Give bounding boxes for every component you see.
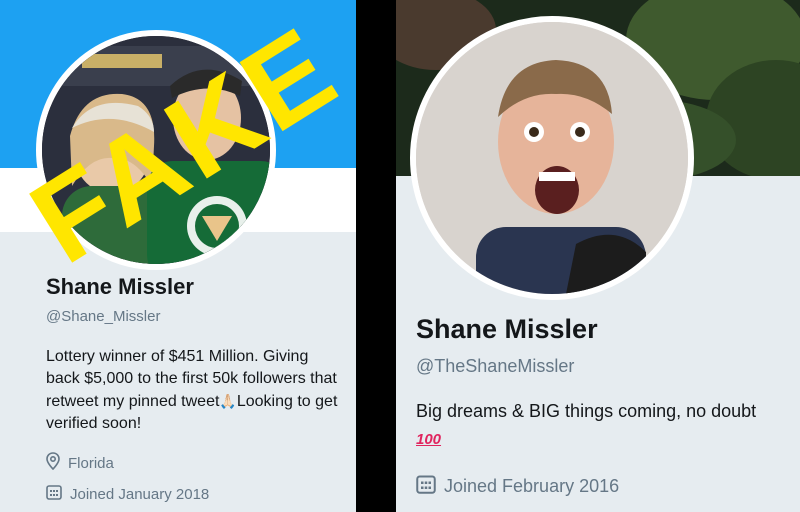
divider <box>356 0 396 512</box>
bio-text: Big dreams & BIG things coming, no doubt <box>416 401 757 421</box>
hundred-points-emoji: 100 <box>416 431 442 448</box>
profile-joined-date: Joined February 2016 <box>416 474 619 499</box>
profile-bio: Big dreams & BIG things coming, no doubt… <box>416 398 786 453</box>
map-pin-icon <box>46 452 60 474</box>
calendar-icon <box>416 474 436 499</box>
profile-name: Shane Missler <box>46 274 194 299</box>
profile-joined-date: Joined January 2018 <box>46 484 209 504</box>
folded-hands-emoji: 🙏🏻 <box>219 393 237 409</box>
real-profile-card: Shane Missler @TheShaneMissler Big dream… <box>396 0 800 512</box>
joined-text: Joined January 2018 <box>70 485 210 503</box>
joined-text: Joined February 2016 <box>444 476 620 496</box>
location-text: Florida <box>68 454 114 472</box>
profile-bio: Lottery winner of $451 Million. Giving b… <box>46 346 346 435</box>
profile-handle[interactable]: @Shane_Missler <box>46 308 160 325</box>
fake-profile-card: FAKE Shane Missler @Shane_Missler Lotter… <box>0 0 356 512</box>
calendar-icon <box>46 484 62 504</box>
profile-location: Florida <box>46 452 114 474</box>
avatar[interactable] <box>410 16 694 300</box>
profile-handle[interactable]: @TheShaneMissler <box>416 356 574 377</box>
avatar-photo <box>416 22 688 294</box>
profile-name: Shane Missler <box>416 314 598 344</box>
